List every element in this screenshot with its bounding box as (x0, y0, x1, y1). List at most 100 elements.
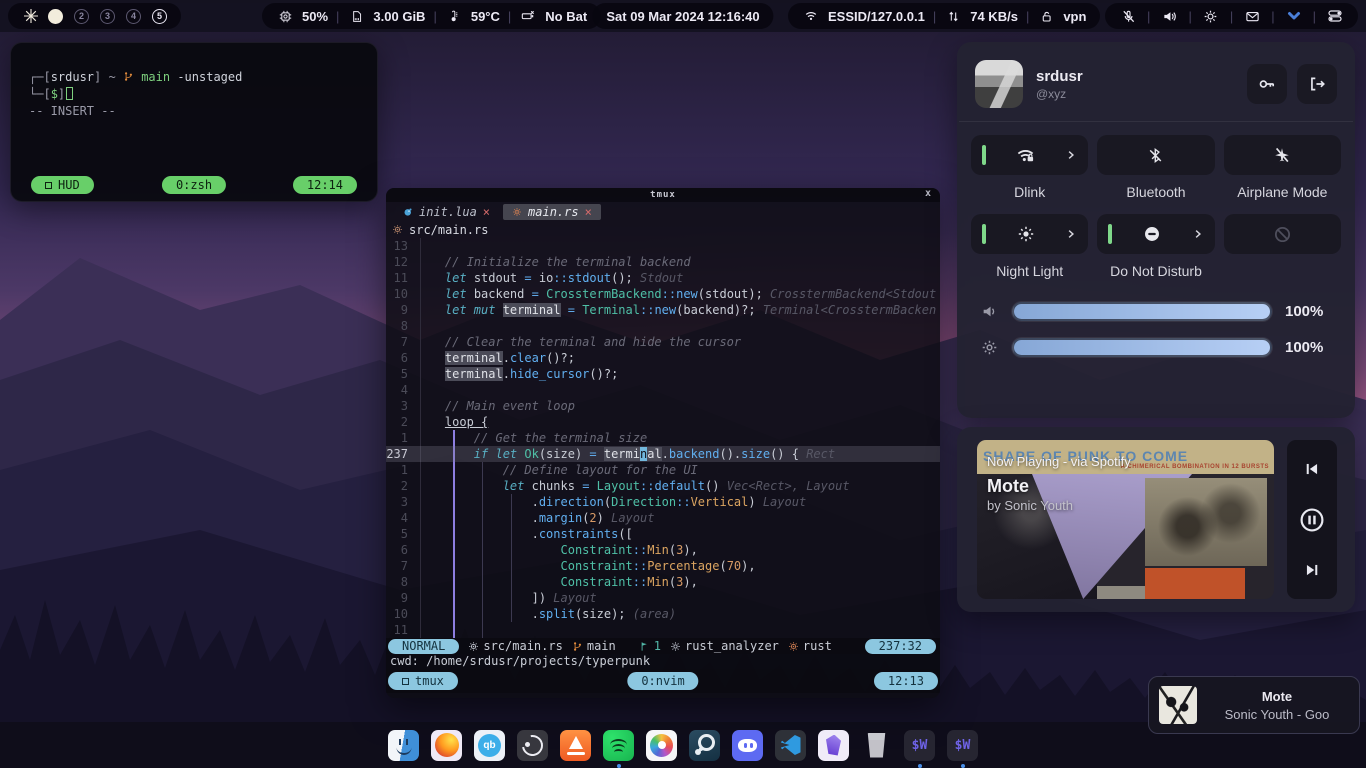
code-line: 13 (386, 238, 940, 254)
code-line: 9 let mut terminal = Terminal::new(backe… (386, 302, 940, 318)
workspace-1[interactable]: 1 (48, 9, 63, 24)
pause-button[interactable] (1299, 507, 1325, 533)
dock-vscode[interactable] (775, 730, 806, 761)
mail-tray-icon[interactable] (1243, 7, 1261, 25)
dock-steam[interactable] (689, 730, 720, 761)
dock-stream-widget-1[interactable]: $W (904, 730, 935, 761)
dock-firefox[interactable] (431, 730, 462, 761)
dock-qbittorrent[interactable]: qb (474, 730, 505, 761)
rust-lang-icon (788, 641, 799, 652)
notification-body: Sonic Youth - Goo (1205, 707, 1349, 722)
tab-main-rs[interactable]: main.rs× (503, 204, 601, 220)
code-line: 2 let chunks = Layout::default() Vec<Rec… (386, 478, 940, 494)
code-line: 12 // Initialize the terminal backend (386, 254, 940, 270)
now-playing-header: Now Playing - via Spotify (987, 454, 1131, 469)
code-line: 6 Constraint::Min(3), (386, 542, 940, 558)
toggle-airplane-mode-button[interactable] (1224, 135, 1341, 175)
code-line: 8 Constraint::Min(3), (386, 574, 940, 590)
prompt-line-1: ┌─[srdusr] ~ main -unstaged (29, 69, 359, 86)
brightness-icon (979, 339, 999, 356)
toggle-label: Bluetooth (1097, 184, 1214, 201)
rust-file-icon (468, 641, 479, 652)
tmux-session-left[interactable]: tmux (388, 672, 458, 690)
toggle-dlink-button[interactable] (971, 135, 1088, 175)
editor-window[interactable]: tmux x init.lua× main.rs× src/main.rs 13… (386, 188, 940, 698)
network-speed: 74 KB/s (970, 9, 1018, 24)
toggles-panel-icon[interactable] (1326, 7, 1344, 25)
user-header: srdusr @xyz (957, 42, 1355, 121)
dock-trash[interactable] (861, 730, 892, 761)
next-track-button[interactable] (1299, 557, 1325, 583)
code-line: 11 let stdout = io::stdout(); Stdout (386, 270, 940, 286)
toggle-empty-button[interactable] (1224, 214, 1341, 254)
toggle-cell-airplane-mode: Airplane Mode (1224, 135, 1341, 214)
window-titlebar: tmux x (386, 188, 940, 202)
chevron-right-icon[interactable] (1192, 228, 1204, 240)
workspace-4[interactable]: 4 (126, 9, 141, 24)
brightness-slider-row: 100% (957, 329, 1355, 365)
toggle-cell-empty (1224, 214, 1341, 293)
microphone-muted-icon[interactable] (1119, 7, 1137, 25)
media-player-panel: SHAPE OF PUNK TO COMEA CHIMERICAL BOMBIN… (957, 427, 1355, 612)
dock-stream-widget-2[interactable]: $W (947, 730, 978, 761)
toggle-bluetooth-button[interactable] (1097, 135, 1214, 175)
brightness-slider[interactable] (1012, 338, 1272, 357)
media-notification[interactable]: Mote Sonic Youth - Goo (1148, 676, 1360, 734)
status-bar: 12345 50% | 3.00 GiB | 59°C | No Bat Sat… (0, 0, 1366, 32)
code-line: 10 let backend = CrosstermBackend::new(s… (386, 286, 940, 302)
lua-file-icon (403, 207, 413, 217)
toggle-label: Dlink (971, 184, 1088, 201)
workspace-5[interactable]: 5 (152, 9, 167, 24)
tab-init-lua[interactable]: init.lua× (394, 204, 499, 220)
code-line: 6 terminal.clear()?; (386, 350, 940, 366)
toggle-cell-night-light: Night Light (971, 214, 1088, 293)
tmux-window[interactable]: 0:nvim (627, 672, 698, 690)
statusline: NORMAL src/main.rs main 1 rust_analyzer … (386, 638, 940, 654)
workspace-2[interactable]: 2 (74, 9, 89, 24)
toggle-night-light-button[interactable] (971, 214, 1088, 254)
previous-track-button[interactable] (1299, 456, 1325, 482)
dock-vlc[interactable] (560, 730, 591, 761)
git-branch-icon (123, 70, 141, 84)
terminal-window[interactable]: ┌─[srdusr] ~ main -unstaged └─[$] -- INS… (10, 42, 378, 202)
tmux-status-bar: tmux 0:nvim 12:13 (386, 669, 940, 693)
tmux-window[interactable]: 0:zsh (162, 176, 226, 194)
workspace-3[interactable]: 3 (100, 9, 115, 24)
code-editor[interactable]: 1312 // Initialize the terminal backend1… (386, 238, 940, 638)
settings-gear-icon[interactable] (1202, 7, 1220, 25)
network-speed-icon (944, 7, 962, 25)
window-close-button[interactable]: x (925, 188, 932, 199)
toggle-do-not-disturb-button[interactable] (1097, 214, 1214, 254)
dock-spotify[interactable] (603, 730, 634, 761)
tab-close-icon[interactable]: × (483, 205, 490, 219)
flag-icon (639, 641, 650, 652)
code-line: 10 .split(size); (area) (386, 606, 940, 622)
lock-keys-button[interactable] (1247, 64, 1287, 104)
battery-status: No Bat (545, 9, 587, 24)
volume-slider[interactable] (1012, 302, 1272, 321)
workspace-indicators[interactable]: 12345 (48, 9, 167, 24)
tab-close-icon[interactable]: × (585, 205, 592, 219)
chevron-right-icon[interactable] (1065, 149, 1077, 161)
tmux-status-bar: HUD 0:zsh 12:14 (21, 176, 367, 194)
statusline-lsp: rust_analyzer (670, 639, 779, 653)
dock-obs[interactable] (517, 730, 548, 761)
dock-photos[interactable] (646, 730, 677, 761)
rust-file-icon (392, 224, 403, 235)
statusline-file: src/main.rs (468, 639, 562, 653)
toggle-label: Airplane Mode (1224, 184, 1341, 201)
chevron-right-icon[interactable] (1065, 228, 1077, 240)
brightness-value: 100% (1285, 339, 1333, 356)
tmux-session-left[interactable]: HUD (31, 176, 94, 194)
code-line: 11 (386, 622, 940, 638)
gear-icon (670, 641, 681, 652)
launcher-logo-icon[interactable] (22, 7, 40, 25)
dock-file-manager[interactable] (388, 730, 419, 761)
expand-chevron-icon[interactable] (1285, 7, 1303, 25)
code-line: 2 loop { (386, 414, 940, 430)
blocked-icon (1235, 225, 1330, 244)
speaker-icon[interactable] (1160, 7, 1178, 25)
logout-button[interactable] (1297, 64, 1337, 104)
dock-obsidian[interactable] (818, 730, 849, 761)
dock-discord[interactable] (732, 730, 763, 761)
